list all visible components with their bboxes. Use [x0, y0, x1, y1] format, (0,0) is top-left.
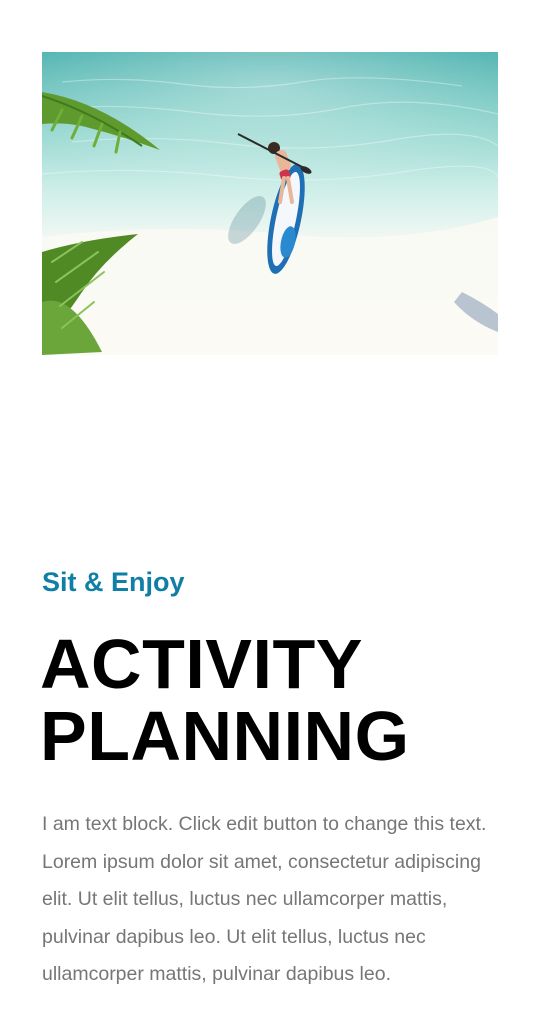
section-body-text: I am text block. Click edit button to ch…	[42, 813, 487, 986]
section-title-line-2: PLANNING	[40, 697, 410, 775]
beach-paddleboard-photo	[42, 52, 498, 355]
section-subtitle: Sit & Enjoy	[42, 567, 185, 597]
hero-image	[42, 52, 498, 355]
section-title: ACTIVITY PLANNING	[40, 628, 410, 772]
section-title-line-1: ACTIVITY	[40, 625, 363, 703]
